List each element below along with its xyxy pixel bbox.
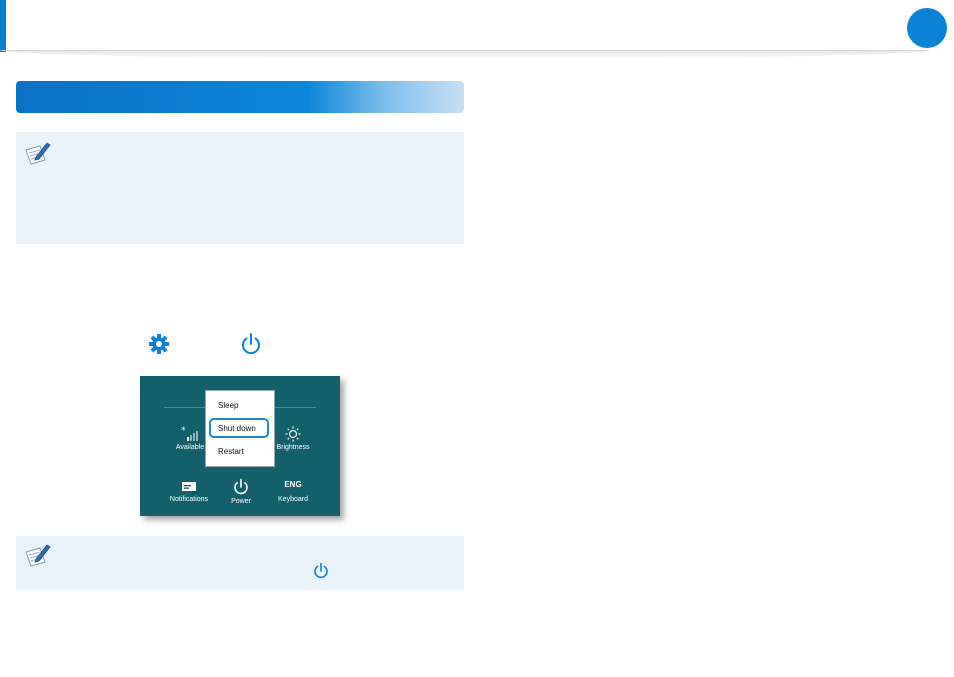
power-icon [314,562,328,579]
note-box-top [16,132,464,244]
charm-keyboard-label: Keyboard [278,496,308,503]
charm-notifications[interactable]: Notifications [166,478,212,503]
power-options-menu: Sleep Shut down Restart [205,390,275,467]
charm-power-label: Power [231,498,251,505]
keyboard-language-value: ENG [284,480,302,489]
page-number-badge [907,8,947,48]
note-pencil-icon [25,142,51,165]
menu-item-shut-down[interactable]: Shut down [218,424,256,433]
charm-power[interactable]: Power [224,478,258,505]
charm-brightness[interactable]: Brightness [273,426,313,451]
charm-available[interactable]: * Available [170,426,210,451]
wifi-signal-icon: * [181,426,198,441]
note-pencil-icon [25,544,51,567]
svg-text:*: * [181,426,186,436]
notifications-icon [182,482,196,491]
section-heading-bar [16,81,464,113]
note-box-bottom [16,536,464,590]
charm-keyboard[interactable]: ENG Keyboard [274,478,312,503]
menu-item-sleep[interactable]: Sleep [218,401,238,410]
charm-notifications-label: Notifications [169,496,209,503]
charm-available-label: Available [175,444,205,451]
power-icon [242,333,260,355]
power-icon [234,478,248,495]
header-divider [0,50,930,59]
brightness-icon [285,426,301,442]
charm-brightness-label: Brightness [276,444,310,451]
menu-item-restart[interactable]: Restart [218,447,244,456]
header-accent-bar [0,0,6,52]
gear-icon [149,334,169,354]
